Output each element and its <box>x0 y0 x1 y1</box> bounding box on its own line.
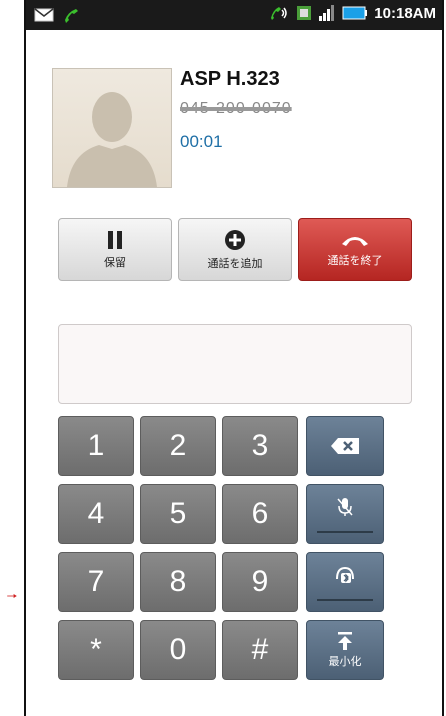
end-call-button[interactable]: 通話を終了 <box>298 218 412 281</box>
key-4[interactable]: 4 <box>58 484 134 544</box>
key-9[interactable]: 9 <box>222 552 298 612</box>
minimize-label: 最小化 <box>328 655 362 668</box>
message-icon <box>34 8 54 22</box>
key-0[interactable]: 0 <box>140 620 216 680</box>
bluetooth-headset-icon <box>336 566 354 583</box>
hold-label: 保留 <box>104 255 126 269</box>
mute-indicator-bar <box>317 531 373 533</box>
bluetooth-toggle[interactable] <box>306 552 384 612</box>
contact-photo <box>52 68 172 188</box>
hold-button[interactable]: 保留 <box>58 218 172 281</box>
delete-button[interactable] <box>306 416 384 476</box>
hd-voice-icon <box>297 6 312 20</box>
key-3[interactable]: 3 <box>222 416 298 476</box>
key-2[interactable]: 2 <box>140 416 216 476</box>
avatar-silhouette-icon <box>67 92 157 187</box>
add-circle-icon <box>225 229 245 250</box>
caller-name: ASP H.323 <box>180 68 280 90</box>
key-5[interactable]: 5 <box>140 484 216 544</box>
battery-icon <box>342 6 368 20</box>
caller-number: 045-200-0070 <box>180 100 292 117</box>
backspace-icon <box>331 438 359 454</box>
speaker-call-icon <box>271 7 288 20</box>
pause-icon <box>108 230 122 249</box>
add-call-button[interactable]: 通話を追加 <box>178 218 292 281</box>
clock: 10:18AM <box>374 4 436 22</box>
key-hash[interactable]: # <box>222 620 298 680</box>
key-6[interactable]: 6 <box>222 484 298 544</box>
status-bar: 10:18AM <box>26 0 442 30</box>
minimize-button[interactable]: 最小化 <box>306 620 384 680</box>
mute-mic-icon <box>337 498 353 516</box>
signal-icon <box>319 5 335 21</box>
call-duration: 00:01 <box>180 132 223 151</box>
add-call-label: 通話を追加 <box>207 256 263 270</box>
key-7[interactable]: 7 <box>58 552 134 612</box>
hang-up-icon <box>342 236 368 246</box>
end-call-label: 通話を終了 <box>327 253 383 267</box>
bluetooth-indicator-bar <box>317 599 373 601</box>
pointer-arrow <box>7 594 17 598</box>
minimize-arrow-icon <box>338 632 352 650</box>
key-8[interactable]: 8 <box>140 552 216 612</box>
dial-display <box>58 324 412 404</box>
key-star[interactable]: * <box>58 620 134 680</box>
phone-screen: 10:18AM ASP H.323 045-200-0070 00:01 保留 … <box>24 0 444 716</box>
call-icon <box>65 9 78 23</box>
mute-toggle[interactable] <box>306 484 384 544</box>
key-1[interactable]: 1 <box>58 416 134 476</box>
